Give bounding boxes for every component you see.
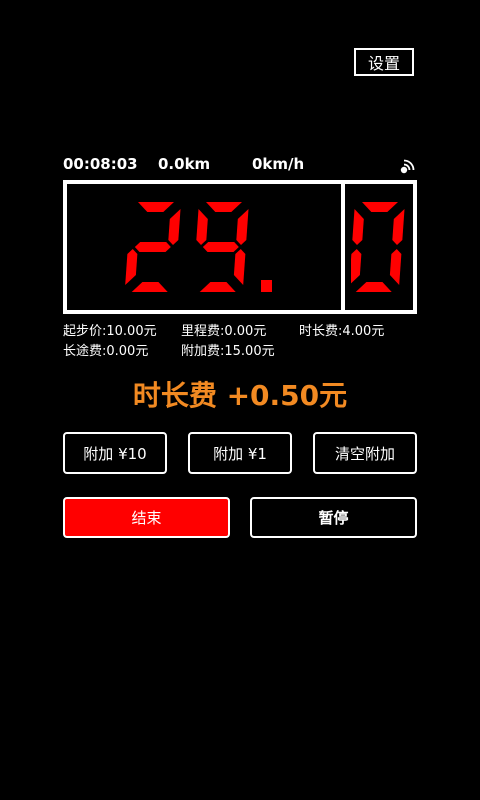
segment-d — [131, 282, 168, 292]
segment-a — [362, 202, 398, 212]
segment-e — [351, 249, 362, 285]
add-1-button[interactable]: 附加 ¥1 — [188, 432, 292, 474]
decimal-point — [261, 280, 272, 292]
clear-extra-button[interactable]: 清空附加 — [313, 432, 417, 474]
segment-f — [196, 209, 208, 245]
settings-button[interactable]: 设置 — [354, 48, 414, 76]
add-10-button[interactable]: 附加 ¥10 — [63, 432, 167, 474]
segment-f — [352, 209, 364, 245]
segment-g — [202, 242, 239, 252]
mileage-fee: 里程费:0.00元 — [181, 324, 267, 339]
segment-g — [134, 242, 171, 252]
segment-e — [125, 249, 138, 285]
segment-d — [355, 282, 392, 292]
base-fare: 起步价:10.00元 — [63, 324, 157, 339]
segment-c — [389, 249, 402, 285]
end-trip-button[interactable]: 结束 — [63, 497, 230, 538]
segment-c — [233, 249, 246, 285]
fare-meter — [63, 180, 417, 314]
digit-2 — [125, 202, 181, 292]
segment-a — [138, 202, 174, 212]
segment-b — [236, 209, 249, 245]
elapsed-time: 00:08:03 — [63, 155, 138, 173]
long-distance-fee: 长途费:0.00元 — [63, 344, 149, 359]
speed-readout: 0km/h — [252, 155, 305, 173]
signal-icon — [399, 157, 417, 175]
digit-9 — [196, 202, 249, 292]
fee-change-notice: 时长费 +0.50元 — [132, 379, 348, 412]
pause-button[interactable]: 暂停 — [250, 497, 417, 538]
taximeter-screen: 设置 00:08:03 0.0km 0km/h 起步价:10.00元 里程费:0… — [0, 0, 480, 800]
segment-b — [392, 209, 405, 245]
fare-integer-display — [67, 184, 333, 310]
segment-d — [199, 282, 236, 292]
duration-fee: 时长费:4.00元 — [299, 324, 385, 339]
segment-a — [206, 202, 242, 212]
status-row: 00:08:03 0.0km 0km/h — [63, 155, 419, 177]
digit-0 — [351, 202, 405, 292]
extra-fee: 附加费:15.00元 — [181, 344, 275, 359]
distance-readout: 0.0km — [158, 155, 211, 173]
segment-b — [168, 209, 181, 245]
fare-decimal-display — [345, 184, 413, 310]
